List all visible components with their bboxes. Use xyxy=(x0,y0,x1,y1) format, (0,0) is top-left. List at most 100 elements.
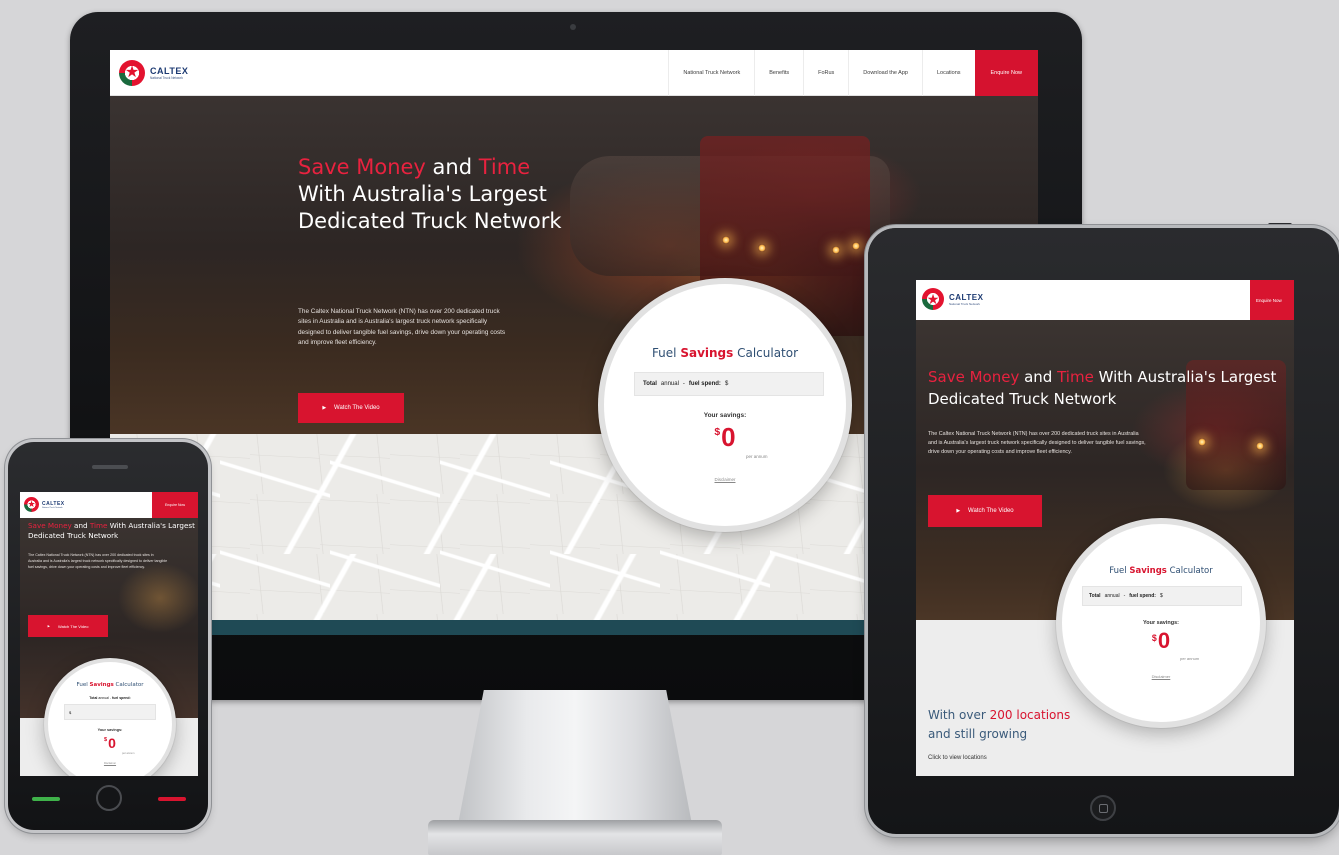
hero-title: Save Money and Time With Australia's Lar… xyxy=(28,521,198,542)
savings-label: Your savings: xyxy=(703,412,747,419)
hero-title: Save Money and Time With Australia's Lar… xyxy=(298,154,598,235)
input-value: $ xyxy=(1159,593,1163,599)
camera-icon xyxy=(570,24,576,30)
calculator-title-text: Calculator xyxy=(1166,566,1213,576)
watch-video-label: Watch The Video xyxy=(968,508,1014,514)
watch-video-button[interactable]: ▶ Watch The Video xyxy=(298,393,404,423)
fuel-spend-input[interactable]: $ xyxy=(64,704,156,720)
watch-video-button[interactable]: ▶ Watch The Video xyxy=(928,495,1042,527)
brand-name: CALTEX xyxy=(949,292,984,302)
brand-name: CALTEX xyxy=(150,66,189,76)
hero-title-highlight: Save Money xyxy=(298,155,426,179)
fuel-savings-calculator: Fuel Savings Calculator Total annual - f… xyxy=(1056,518,1266,728)
top-navigation: ★ CALTEX National Truck Network Enquire … xyxy=(916,280,1294,320)
phone-screen: Save Money and Time With Australia's Lar… xyxy=(20,492,198,776)
disclaimer-link[interactable]: Disclaimer xyxy=(604,477,846,482)
calculator-title-highlight: Savings xyxy=(680,346,734,360)
enquire-now-button[interactable]: Enquire Now xyxy=(974,50,1038,96)
hero-title-highlight: Time xyxy=(89,521,108,530)
monitor-stand-base xyxy=(428,820,722,855)
brand-subtitle: National Truck Network xyxy=(150,76,183,80)
calculator-title-text: Calculator xyxy=(733,346,799,360)
savings-period: per annum xyxy=(1180,656,1200,661)
savings-period: per annum xyxy=(122,752,135,755)
calculator-title: Fuel Savings Calculator xyxy=(604,346,846,360)
input-label: Total xyxy=(1089,593,1101,599)
play-icon: ▶ xyxy=(47,624,51,628)
locations-heading: With over 200 locations and still growin… xyxy=(928,706,1070,743)
calculator-title: Fuel Savings Calculator xyxy=(1062,566,1260,576)
input-unit: annual xyxy=(1104,593,1120,599)
input-separator: - xyxy=(1123,593,1126,599)
nav-item-locations[interactable]: Locations xyxy=(921,50,975,96)
nav-item-national-truck-network[interactable]: National Truck Network xyxy=(668,50,754,96)
savings-period: per annum xyxy=(746,454,768,459)
top-navigation: ★ CALTEX National Truck Network Enquire … xyxy=(20,492,198,518)
disclaimer-link[interactable]: Disclaimer xyxy=(48,762,172,765)
input-label: fuel spend: xyxy=(112,696,131,700)
savings-value: 0 xyxy=(1157,628,1171,653)
fuel-savings-calculator: Fuel Savings Calculator Total annual - f… xyxy=(598,278,852,532)
currency-symbol: $ xyxy=(714,427,721,439)
nav-item-benefits[interactable]: Benefits xyxy=(754,50,803,96)
savings-amount: $0 xyxy=(48,736,172,750)
brand-name: CALTEX xyxy=(42,500,65,507)
hero-title: Save Money and Time With Australia's Lar… xyxy=(928,367,1288,411)
nav-item-download-app[interactable]: Download the App xyxy=(848,50,922,96)
enquire-now-button[interactable]: Enquire Now xyxy=(1250,280,1294,320)
savings-value: 0 xyxy=(108,735,116,751)
enquire-now-button[interactable]: Enquire Now xyxy=(152,492,198,518)
truck-headlight xyxy=(722,236,730,244)
watch-video-button[interactable]: ▶ Watch The Video xyxy=(28,615,108,637)
fuel-spend-input[interactable]: Total annual - fuel spend: $ xyxy=(634,372,824,396)
savings-amount: $0 xyxy=(604,424,846,450)
hero-title-highlight: Save Money xyxy=(28,521,72,530)
watch-video-label: Watch The Video xyxy=(334,405,380,411)
savings-label: Your savings: xyxy=(1143,620,1179,626)
hero-title-highlight: Save Money xyxy=(928,368,1020,386)
disclaimer-link[interactable]: Disclaimer xyxy=(1062,674,1260,679)
hero-description: The Caltex National Truck Network (NTN) … xyxy=(298,308,506,347)
truck-headlight xyxy=(1256,442,1264,450)
caltex-logo[interactable]: ★ CALTEX National Truck Network xyxy=(24,497,65,512)
hero-description: The Caltex National Truck Network (NTN) … xyxy=(28,553,168,570)
calculator-title-highlight: Savings xyxy=(1129,566,1167,576)
caltex-logo[interactable]: ★ CALTEX National Truck Network xyxy=(922,288,983,310)
input-value: $ xyxy=(724,381,729,387)
savings-amount: $0 xyxy=(1062,630,1260,652)
input-value: $ xyxy=(69,709,72,715)
caltex-star-icon: ★ xyxy=(119,60,145,86)
input-unit: annual xyxy=(660,381,679,387)
locations-count: 200 locations xyxy=(989,708,1071,722)
hero-title-text: With Australia's Largest Dedicated Truck… xyxy=(298,181,562,233)
locations-heading-text: and still growing xyxy=(928,726,1028,741)
hero-description: The Caltex National Truck Network (NTN) … xyxy=(928,431,1146,456)
hero-title-highlight: Time xyxy=(1057,368,1094,386)
savings-value: 0 xyxy=(721,422,736,452)
nav-menu: National Truck Network Benefits FoRus Do… xyxy=(668,50,1038,96)
nav-item-forus[interactable]: FoRus xyxy=(803,50,848,96)
hero-title-text: and xyxy=(425,155,479,179)
calculator-title-text: Calculator xyxy=(113,682,144,688)
phone-end-indicator xyxy=(158,797,186,801)
brand-subtitle: National Truck Network xyxy=(949,301,981,306)
hero-title-text: and xyxy=(1019,368,1058,386)
tablet-home-button[interactable] xyxy=(1090,795,1116,821)
calculator-title: Fuel Savings Calculator xyxy=(48,682,172,688)
caltex-star-icon: ★ xyxy=(922,288,944,310)
hero-title-highlight: Time xyxy=(478,155,531,179)
play-icon: ▶ xyxy=(956,508,961,514)
top-navigation: ★ CALTEX National Truck Network National… xyxy=(110,50,1038,96)
fuel-spend-input[interactable]: Total annual - fuel spend: $ xyxy=(1082,586,1242,606)
locations-heading-text: With over xyxy=(928,708,990,722)
currency-symbol: $ xyxy=(1151,632,1157,643)
calculator-title-highlight: Savings xyxy=(89,682,114,688)
hero-title-text: and xyxy=(71,521,90,530)
phone-home-button[interactable] xyxy=(96,785,122,811)
view-locations-link[interactable]: Click to view locations xyxy=(928,755,987,761)
tablet-screen: Save Money and Time With Australia's Lar… xyxy=(916,280,1294,776)
truck-headlight xyxy=(1198,438,1206,446)
caltex-logo[interactable]: ★ CALTEX National Truck Network xyxy=(119,60,188,86)
watch-video-label: Watch The Video xyxy=(58,623,89,629)
fuel-spend-label: Total annual - fuel spend: xyxy=(48,696,172,700)
